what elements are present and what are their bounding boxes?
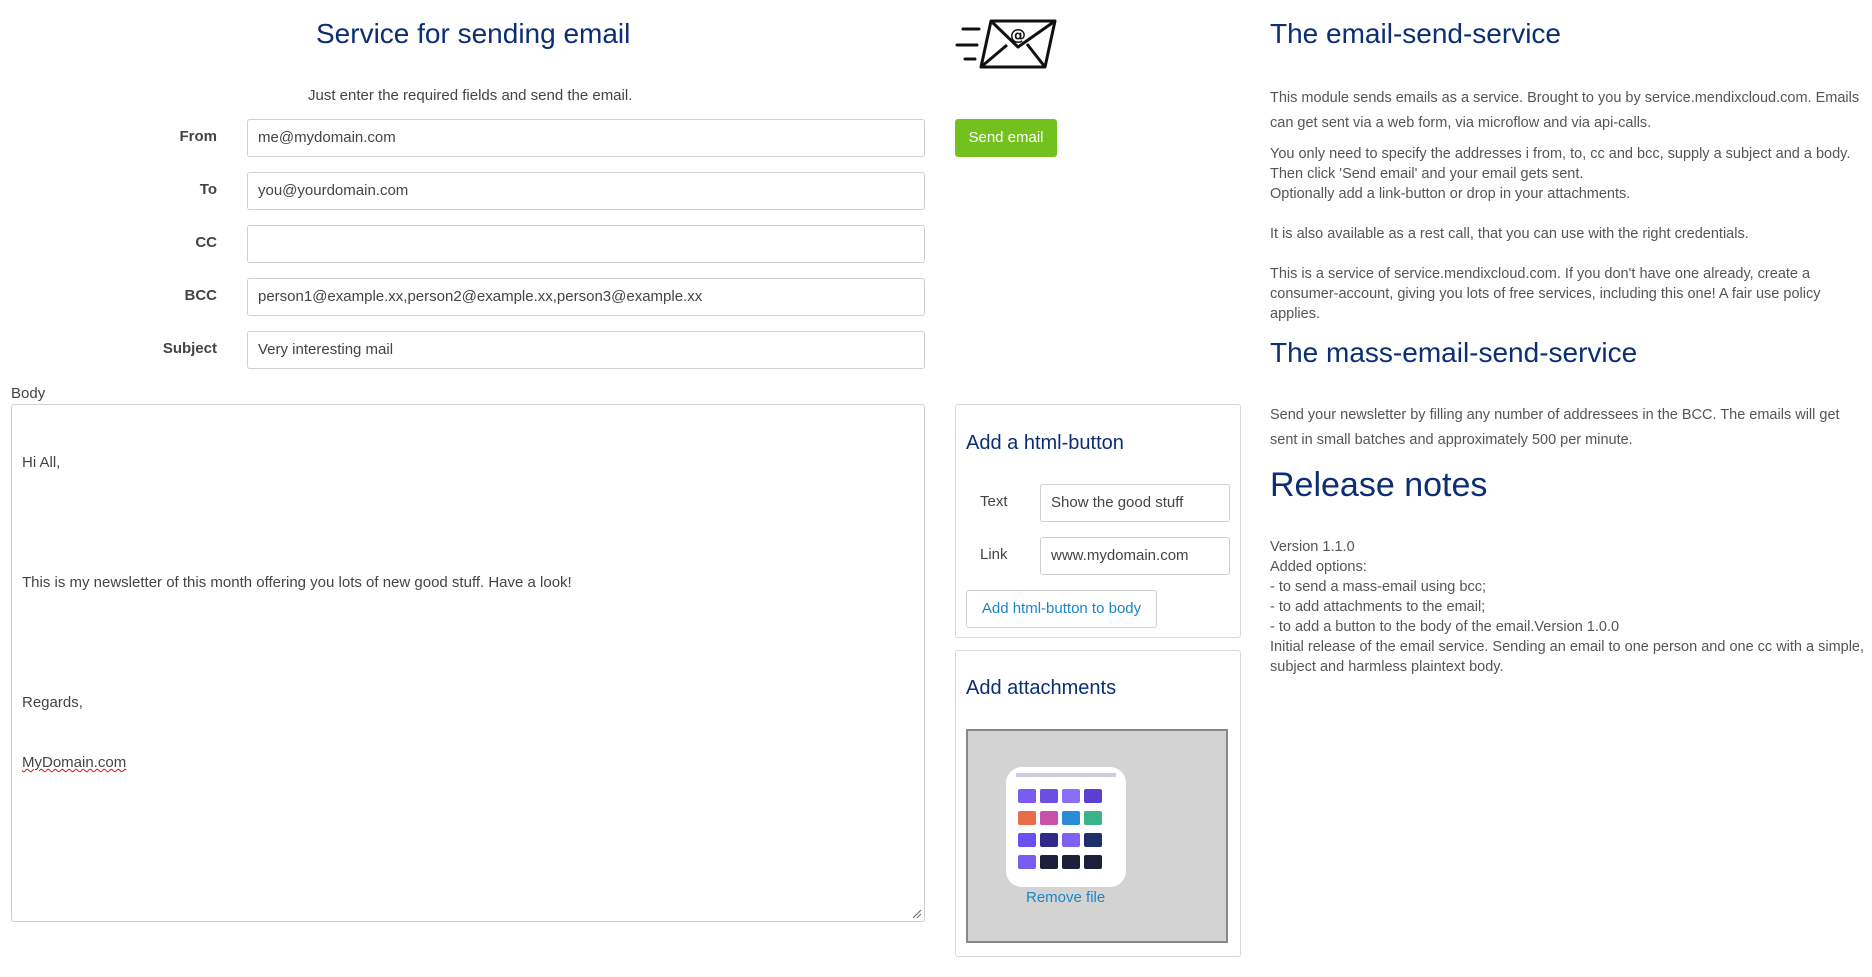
to-label: To — [199, 181, 217, 198]
cc-label: CC — [195, 234, 217, 251]
body-line: MyDomain.com — [22, 754, 127, 771]
svg-text:@: @ — [1010, 25, 1026, 44]
service-paragraph: This is a service of service.mendixcloud… — [1270, 266, 1821, 322]
button-link-field[interactable]: www.mydomain.com — [1040, 537, 1230, 575]
release-notes-title: Release notes — [1270, 466, 1488, 504]
service-paragraph: You only need to specify the addresses i… — [1270, 144, 1870, 204]
to-field[interactable]: you@yourdomain.com — [247, 172, 925, 210]
attachment-thumbnail — [1006, 767, 1126, 887]
service-line: You only need to specify the addresses i… — [1270, 146, 1851, 162]
body-line: Regards, — [22, 694, 83, 711]
release-line: Initial release of the email service. Se… — [1270, 639, 1865, 655]
attachment-dropzone[interactable]: Remove file — [966, 729, 1228, 943]
release-line: subject and harmless plaintext body. — [1270, 659, 1504, 675]
button-link-label: Link — [980, 546, 1008, 563]
body-line: This is my newsletter of this month offe… — [22, 574, 572, 591]
release-line: - to add attachments to the email; — [1270, 599, 1486, 615]
release-line: - to add a button to the body of the ema… — [1270, 619, 1620, 635]
subject-label: Subject — [162, 340, 217, 357]
bcc-field[interactable]: person1@example.xx,person2@example.xx,pe… — [247, 278, 925, 316]
release-notes-text: Version 1.1.0 Added options: - to send a… — [1270, 537, 1870, 677]
from-field[interactable]: me@mydomain.com — [247, 119, 925, 157]
service-line: Optionally add a link-button or drop in … — [1270, 186, 1631, 202]
from-label: From — [179, 128, 218, 145]
mass-email-title: The mass-email-send-service — [1270, 337, 1638, 368]
body-label: Body — [11, 385, 46, 402]
resize-grip-icon[interactable] — [910, 907, 922, 919]
page-title: Service for sending email — [316, 18, 631, 49]
service-line: Then click 'Send email' and your email g… — [1270, 166, 1584, 182]
bcc-label: BCC — [184, 287, 218, 304]
remove-file-link[interactable]: Remove file — [1026, 889, 1105, 906]
button-text-field[interactable]: Show the good stuff — [1040, 484, 1230, 522]
button-text-label: Text — [980, 493, 1008, 510]
attachments-panel: Add attachments Remove file — [955, 650, 1241, 957]
service-paragraph: This module sends emails as a service. B… — [1270, 90, 1860, 131]
add-html-button-button[interactable]: Add html-button to body — [966, 590, 1157, 628]
service-paragraph: It is also available as a rest call, tha… — [1270, 226, 1749, 242]
cc-field[interactable] — [247, 225, 925, 263]
mass-email-paragraph: Send your newsletter by filling any numb… — [1270, 407, 1840, 448]
attachments-panel-title: Add attachments — [966, 677, 1117, 699]
release-line: - to send a mass-email using bcc; — [1270, 579, 1486, 595]
subject-field[interactable]: Very interesting mail — [247, 331, 925, 369]
html-button-panel: Add a html-button Text Show the good stu… — [955, 404, 1241, 638]
html-button-panel-title: Add a html-button — [966, 432, 1124, 454]
release-line: Added options: — [1270, 559, 1367, 575]
service-title: The email-send-service — [1270, 18, 1561, 49]
send-email-button[interactable]: Send email — [955, 119, 1057, 157]
body-textarea[interactable]: Hi All, This is my newsletter of this mo… — [11, 404, 925, 922]
release-line: Version 1.1.0 — [1270, 539, 1355, 555]
body-line: Hi All, — [22, 454, 61, 471]
envelope-at-icon: @ — [955, 19, 1057, 69]
form-subtitle: Just enter the required fields and send … — [308, 87, 633, 104]
